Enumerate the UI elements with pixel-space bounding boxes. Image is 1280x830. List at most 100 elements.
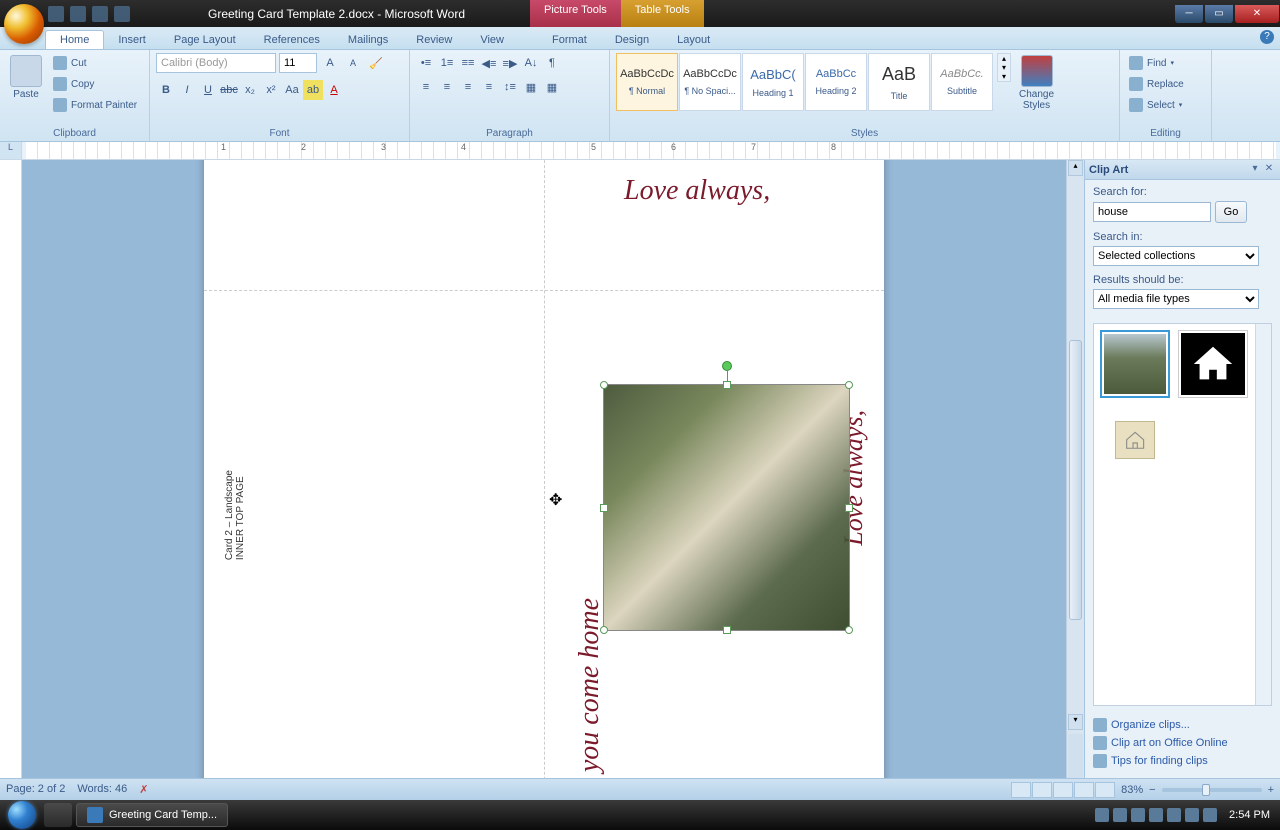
qat-more-icon[interactable]: [114, 6, 130, 22]
resize-handle-e[interactable]: [845, 504, 853, 512]
shading-button[interactable]: ▦: [521, 77, 541, 97]
grow-font-button[interactable]: A: [320, 53, 340, 73]
numbering-button[interactable]: 1≡: [437, 53, 457, 73]
tips-link[interactable]: Tips for finding clips: [1093, 752, 1272, 770]
go-button[interactable]: Go: [1215, 201, 1247, 223]
hope-text[interactable]: I hope you come home: [574, 598, 606, 778]
zoom-thumb[interactable]: [1202, 784, 1210, 796]
cut-button[interactable]: Cut: [50, 53, 140, 73]
superscript-button[interactable]: x²: [261, 80, 281, 100]
tray-icon-4[interactable]: [1149, 808, 1163, 822]
clip-result-1[interactable]: [1100, 330, 1170, 398]
bold-button[interactable]: B: [156, 80, 176, 100]
pane-menu-button[interactable]: ▾: [1248, 163, 1262, 177]
document-area[interactable]: Love always, Card 2 – Landscape INNER TO…: [22, 160, 1066, 778]
align-right-button[interactable]: ≡: [458, 77, 478, 97]
scroll-up-button[interactable]: ▴: [1068, 160, 1083, 176]
tray-icon-2[interactable]: [1113, 808, 1127, 822]
style-normal[interactable]: AaBbCcDc¶ Normal: [616, 53, 678, 111]
clip-result-2[interactable]: [1178, 330, 1248, 398]
tab-references[interactable]: References: [250, 31, 334, 49]
strike-button[interactable]: abc: [219, 80, 239, 100]
pane-close-button[interactable]: ✕: [1262, 163, 1276, 177]
minimize-button[interactable]: ─: [1175, 5, 1203, 23]
view-full-screen[interactable]: [1032, 782, 1052, 798]
search-in-select[interactable]: Selected collections: [1093, 246, 1259, 266]
selected-image[interactable]: [604, 385, 849, 630]
scroll-thumb[interactable]: [1069, 340, 1082, 620]
zoom-out-button[interactable]: −: [1149, 784, 1155, 796]
search-input[interactable]: [1093, 202, 1211, 222]
clock[interactable]: 2:54 PM: [1221, 809, 1270, 821]
decrease-indent-button[interactable]: ◀≡: [479, 53, 499, 73]
view-outline[interactable]: [1074, 782, 1094, 798]
zoom-in-button[interactable]: +: [1268, 784, 1274, 796]
underline-button[interactable]: U: [198, 80, 218, 100]
tab-view[interactable]: View: [466, 31, 518, 49]
start-button[interactable]: [2, 800, 42, 830]
page-indicator[interactable]: Page: 2 of 2: [6, 783, 65, 796]
tray-icon-3[interactable]: [1131, 808, 1145, 822]
style-heading1[interactable]: AaBbC(Heading 1: [742, 53, 804, 111]
paste-button[interactable]: Paste: [6, 53, 46, 102]
quick-launch[interactable]: [44, 803, 72, 827]
tab-home[interactable]: Home: [45, 30, 104, 49]
tab-insert[interactable]: Insert: [104, 31, 160, 49]
increase-indent-button[interactable]: ≡▶: [500, 53, 520, 73]
resize-handle-w[interactable]: [600, 504, 608, 512]
multilevel-button[interactable]: ≡≡: [458, 53, 478, 73]
qat-save-icon[interactable]: [48, 6, 64, 22]
browse-buttons[interactable]: [1068, 734, 1083, 778]
results-scrollbar[interactable]: [1255, 324, 1271, 705]
ruler-corner[interactable]: L: [0, 142, 22, 159]
style-subtitle[interactable]: AaBbCc.Subtitle: [931, 53, 993, 111]
replace-button[interactable]: Replace: [1126, 74, 1187, 94]
rotate-handle[interactable]: [722, 361, 732, 371]
font-size-select[interactable]: [279, 53, 317, 73]
find-button[interactable]: Find▾: [1126, 53, 1187, 73]
love-always-text[interactable]: Love always,: [624, 175, 770, 207]
tab-format[interactable]: Format: [538, 31, 601, 49]
card-label[interactable]: Card 2 – Landscape INNER TOP PAGE: [224, 470, 246, 560]
tray-volume-icon[interactable]: [1203, 808, 1217, 822]
resize-handle-se[interactable]: [845, 626, 853, 634]
tray-icon-6[interactable]: [1185, 808, 1199, 822]
styles-gallery[interactable]: AaBbCcDc¶ Normal AaBbCcDc¶ No Spaci... A…: [616, 53, 993, 111]
font-name-select[interactable]: [156, 53, 276, 73]
resize-handle-n[interactable]: [723, 381, 731, 389]
page[interactable]: Love always, Card 2 – Landscape INNER TO…: [204, 160, 884, 778]
clipart-online-link[interactable]: Clip art on Office Online: [1093, 734, 1272, 752]
view-print-layout[interactable]: [1011, 782, 1031, 798]
font-color-button[interactable]: A: [324, 80, 344, 100]
close-button[interactable]: ✕: [1235, 5, 1279, 23]
align-center-button[interactable]: ≡: [437, 77, 457, 97]
scroll-down-button[interactable]: ▾: [1068, 714, 1083, 730]
zoom-level[interactable]: 83%: [1121, 784, 1143, 796]
tray-icon-1[interactable]: [1095, 808, 1109, 822]
resize-handle-s[interactable]: [723, 626, 731, 634]
resize-handle-sw[interactable]: [600, 626, 608, 634]
horizontal-ruler[interactable]: 1 2 3 4 5 6 7 8: [26, 142, 1276, 159]
word-count[interactable]: Words: 46: [77, 783, 127, 796]
clip-result-3[interactable]: [1100, 406, 1170, 474]
resize-handle-nw[interactable]: [600, 381, 608, 389]
organize-clips-link[interactable]: Organize clips...: [1093, 716, 1272, 734]
borders-button[interactable]: ▦: [542, 77, 562, 97]
proofing-icon[interactable]: ✗: [139, 783, 148, 796]
styles-scroll-down[interactable]: ▾: [998, 63, 1010, 72]
tray-icon-5[interactable]: [1167, 808, 1181, 822]
line-spacing-button[interactable]: ↕≡: [500, 77, 520, 97]
tab-review[interactable]: Review: [402, 31, 466, 49]
sort-button[interactable]: A↓: [521, 53, 541, 73]
tab-page-layout[interactable]: Page Layout: [160, 31, 250, 49]
context-tab-table[interactable]: Table Tools: [621, 0, 704, 27]
view-draft[interactable]: [1095, 782, 1115, 798]
zoom-slider[interactable]: [1162, 788, 1262, 792]
format-painter-button[interactable]: Format Painter: [50, 95, 140, 115]
style-nospacing[interactable]: AaBbCcDc¶ No Spaci...: [679, 53, 741, 111]
subscript-button[interactable]: x₂: [240, 80, 260, 100]
change-case-button[interactable]: Aa: [282, 80, 302, 100]
show-marks-button[interactable]: ¶: [542, 53, 562, 73]
tab-mailings[interactable]: Mailings: [334, 31, 402, 49]
tab-layout[interactable]: Layout: [663, 31, 724, 49]
